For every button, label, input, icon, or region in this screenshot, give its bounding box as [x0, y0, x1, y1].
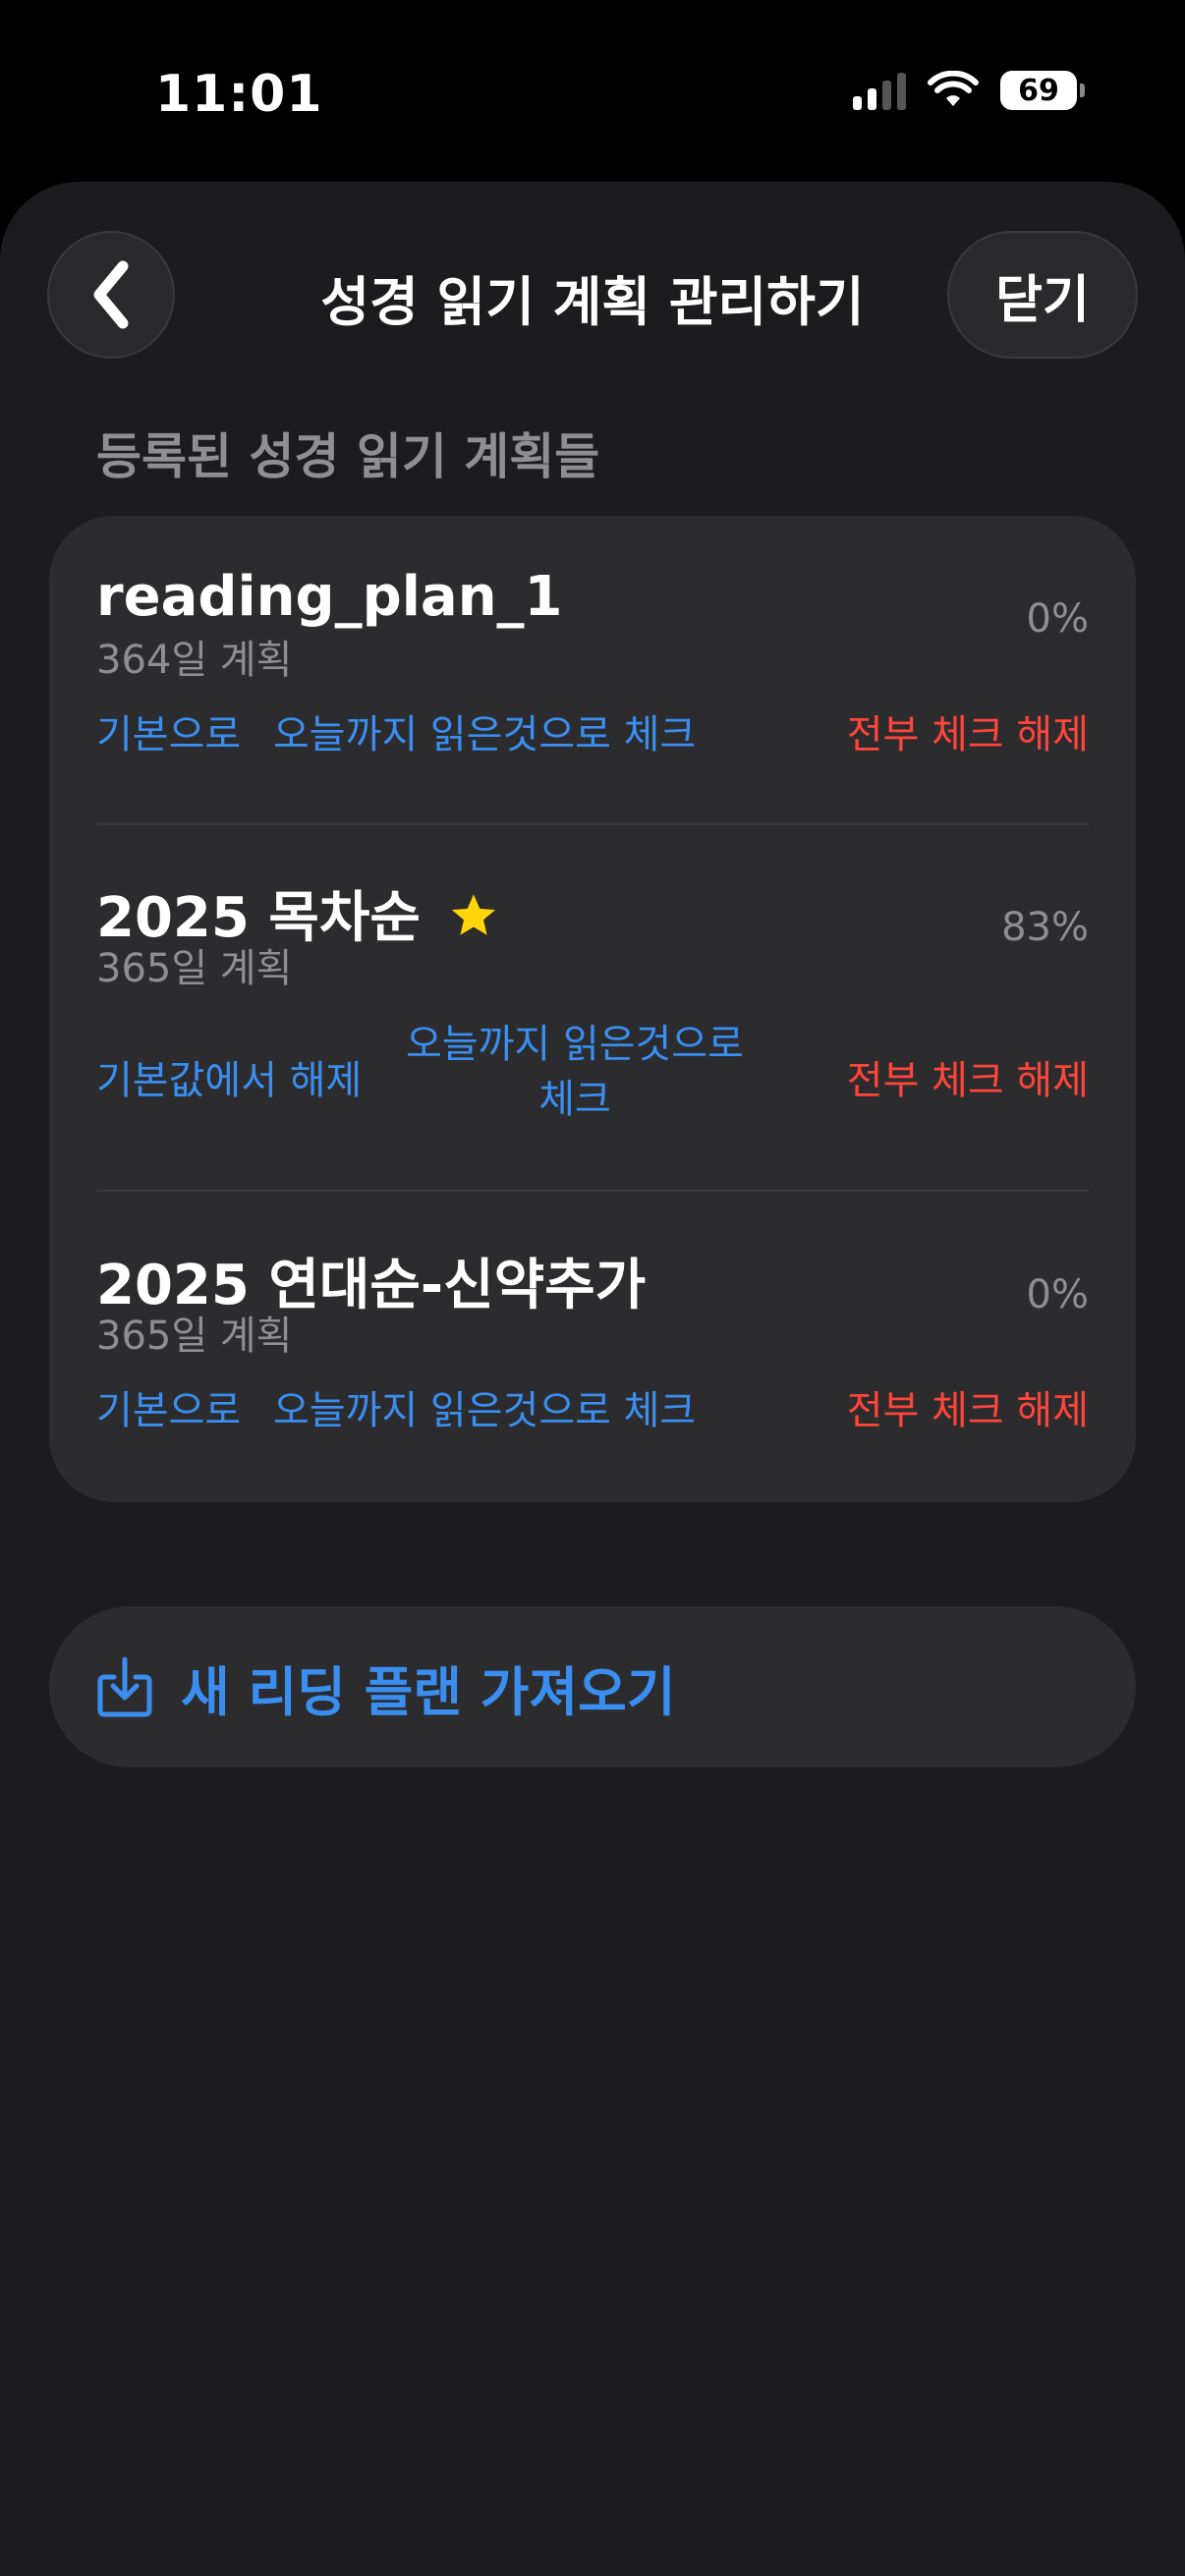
check-until-today-button[interactable]: 오늘까지 읽은것으로 체크	[383, 1017, 766, 1127]
wifi-icon	[928, 71, 979, 106]
section-header: 등록된 성경 읽기 계획들	[96, 428, 600, 485]
plan-progress: 83%	[1001, 905, 1089, 950]
battery-level: 69	[1018, 73, 1059, 108]
plan-item[interactable]: 2025 연대순-신약추가 365일 계획 0% 기본으로 오늘까지 읽은것으로…	[96, 1241, 1089, 1477]
battery-icon: 69	[1000, 71, 1085, 110]
set-default-button[interactable]: 기본으로	[96, 1378, 241, 1435]
import-icon	[96, 1655, 153, 1718]
import-plan-button[interactable]: 새 리딩 플랜 가져오기	[49, 1606, 1136, 1767]
divider	[96, 823, 1089, 825]
import-plan-label: 새 리딩 플랜 가져오기	[181, 1660, 676, 1723]
plan-duration: 364일 계획	[96, 638, 293, 683]
cellular-signal-icon	[853, 71, 906, 110]
plan-progress: 0%	[1026, 596, 1089, 642]
status-icons: 69	[853, 71, 1085, 110]
divider	[96, 1190, 1089, 1192]
default-star-icon	[448, 890, 499, 954]
unset-default-button[interactable]: 기본값에서 해제	[96, 1048, 362, 1105]
uncheck-all-button[interactable]: 전부 체크 해제	[847, 1378, 1089, 1435]
plan-duration: 365일 계획	[96, 946, 293, 991]
close-button[interactable]: 닫기	[947, 231, 1138, 359]
status-bar: 11:01 69	[0, 0, 1185, 187]
plan-management-sheet: 성경 읽기 계획 관리하기 닫기 등록된 성경 읽기 계획들 reading_p…	[0, 182, 1185, 2576]
check-until-today-button[interactable]: 오늘까지 읽은것으로 체크	[273, 702, 696, 759]
plan-list: reading_plan_1 364일 계획 0% 기본으로 오늘까지 읽은것으…	[49, 516, 1136, 1502]
check-until-today-button[interactable]: 오늘까지 읽은것으로 체크	[273, 1378, 696, 1435]
set-default-button[interactable]: 기본으로	[96, 702, 241, 759]
plan-name: reading_plan_1	[96, 565, 563, 629]
uncheck-all-button[interactable]: 전부 체크 해제	[847, 1048, 1089, 1105]
uncheck-all-button[interactable]: 전부 체크 해제	[847, 702, 1089, 759]
status-time: 11:01	[155, 65, 323, 124]
plan-duration: 365일 계획	[96, 1314, 293, 1359]
plan-item[interactable]: 2025 목차순 365일 계획 83% 기본값에서 해제 오늘까지 읽은것으로…	[96, 873, 1089, 1188]
plan-progress: 0%	[1026, 1272, 1089, 1317]
plan-item[interactable]: reading_plan_1 364일 계획 0% 기본으로 오늘까지 읽은것으…	[96, 565, 1089, 820]
